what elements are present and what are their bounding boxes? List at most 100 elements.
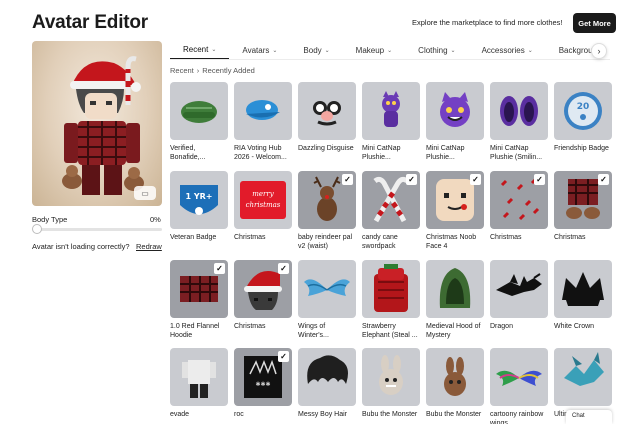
item-thumbnail[interactable] — [362, 260, 420, 318]
item-name[interactable]: RIA Voting Hub 2026 - Welcom... — [234, 144, 294, 162]
item-card[interactable]: ✓ Christmas — [234, 260, 294, 331]
item-thumbnail[interactable] — [234, 82, 292, 140]
item-card[interactable]: 20 Friendship Badge — [554, 82, 614, 153]
body-type-slider-track[interactable] — [36, 228, 162, 231]
item-thumbnail[interactable] — [554, 260, 612, 318]
item-thumbnail[interactable] — [426, 348, 484, 406]
item-thumbnail[interactable] — [490, 348, 548, 406]
item-name[interactable]: Christmas — [490, 233, 550, 242]
item-name[interactable]: roc — [234, 410, 294, 419]
item-card[interactable]: ✓ Christmas Noob Face 4 — [426, 171, 486, 251]
chevron-right-icon[interactable]: › — [591, 43, 607, 59]
tab-avatars[interactable]: Avatars ⌄ — [229, 42, 290, 59]
item-card[interactable]: ✓ Christmas — [554, 171, 614, 242]
item-name[interactable]: evade — [170, 410, 230, 419]
item-card[interactable]: Medieval Hood of Mystery — [426, 260, 486, 340]
item-name[interactable]: Medieval Hood of Mystery — [426, 322, 486, 340]
item-thumbnail[interactable] — [426, 260, 484, 318]
item-name[interactable]: Mini CatNap Plushie... — [362, 144, 422, 162]
item-thumbnail[interactable]: merry christmas — [234, 171, 292, 229]
item-thumbnail[interactable] — [554, 348, 612, 406]
item-card[interactable]: cartoony rainbow wings — [490, 348, 550, 424]
get-more-button[interactable]: Get More — [573, 13, 616, 33]
item-name[interactable]: Mini CatNap Plushie... — [426, 144, 486, 162]
item-card[interactable]: Mini CatNap Plushie... — [426, 82, 486, 162]
item-thumbnail[interactable] — [362, 348, 420, 406]
item-card[interactable]: ✓ Christmas — [490, 171, 550, 242]
item-card[interactable]: Dazzling Disguise — [298, 82, 358, 153]
item-thumbnail[interactable] — [170, 82, 228, 140]
item-thumbnail[interactable] — [298, 82, 356, 140]
item-name[interactable]: baby reindeer pal v2 (waist) — [298, 233, 358, 251]
item-thumbnail[interactable]: ✓ — [170, 260, 228, 318]
item-thumbnail[interactable] — [170, 348, 228, 406]
item-card[interactable]: Messy Boy Hair — [298, 348, 358, 419]
item-thumbnail[interactable]: ✓ — [362, 171, 420, 229]
item-card[interactable]: Mini CatNap Plushie... — [362, 82, 422, 162]
item-thumbnail[interactable] — [298, 348, 356, 406]
item-card[interactable]: Strawberry Elephant (Steal ... — [362, 260, 422, 340]
item-name[interactable]: Wings of Winter's... — [298, 322, 358, 340]
tab-clothing[interactable]: Clothing ⌄ — [405, 42, 468, 59]
item-name[interactable]: Christmas Noob Face 4 — [426, 233, 486, 251]
item-name[interactable]: Christmas — [554, 233, 614, 242]
item-card[interactable]: Bubu the Monster — [362, 348, 422, 419]
item-card[interactable]: ✱✱✱ ✓ roc — [234, 348, 294, 419]
item-thumbnail[interactable] — [426, 82, 484, 140]
item-card[interactable]: Verified, Bonafide,... — [170, 82, 230, 162]
item-name[interactable]: Mini CatNap Plushie (Smilin... — [490, 144, 550, 162]
3d-toggle-icon[interactable]: ▭ — [134, 186, 156, 200]
item-thumbnail[interactable] — [298, 260, 356, 318]
item-card[interactable]: ✓ candy cane swordpack — [362, 171, 422, 251]
item-name[interactable]: 1.0 Red Flannel Hoodie — [170, 322, 230, 340]
item-card[interactable]: White Crown — [554, 260, 614, 331]
tab-makeup[interactable]: Makeup ⌄ — [343, 42, 406, 59]
item-name[interactable]: White Crown — [554, 322, 614, 331]
item-card[interactable]: Mini CatNap Plushie (Smilin... — [490, 82, 550, 162]
item-thumbnail[interactable]: ✱✱✱ ✓ — [234, 348, 292, 406]
item-name[interactable]: Dragon — [490, 322, 550, 331]
item-card[interactable]: merry christmas Christmas — [234, 171, 294, 242]
item-name[interactable]: Dazzling Disguise — [298, 144, 358, 153]
breadcrumb-root[interactable]: Recent — [170, 66, 194, 75]
item-card[interactable]: Wings of Winter's... — [298, 260, 358, 340]
item-thumbnail[interactable] — [490, 260, 548, 318]
tab-body[interactable]: Body ⌄ — [290, 42, 342, 59]
item-name[interactable]: Messy Boy Hair — [298, 410, 358, 419]
item-name[interactable]: Bubu the Monster — [362, 410, 422, 419]
item-card[interactable]: Dragon — [490, 260, 550, 331]
chevron-down-icon: ⌄ — [450, 48, 456, 54]
item-thumbnail[interactable]: ✓ — [234, 260, 292, 318]
item-thumbnail[interactable] — [490, 82, 548, 140]
item-card[interactable]: evade — [170, 348, 230, 419]
item-thumbnail[interactable] — [362, 82, 420, 140]
item-name[interactable]: Veteran Badge — [170, 233, 230, 242]
marketplace-promo-text: Explore the marketplace to find more clo… — [412, 18, 563, 27]
tab-accessories[interactable]: Accessories ⌄ — [469, 42, 546, 59]
item-thumbnail[interactable]: ✓ — [426, 171, 484, 229]
item-card[interactable]: ✓ baby reindeer pal v2 (waist) — [298, 171, 358, 251]
body-type-slider-thumb[interactable] — [32, 224, 42, 234]
tab-recent[interactable]: Recent ⌄ — [170, 42, 230, 59]
item-card[interactable]: RIA Voting Hub 2026 - Welcom... — [234, 82, 294, 162]
item-thumbnail[interactable]: 1 YR+ — [170, 171, 228, 229]
item-name[interactable]: Bubu the Monster — [426, 410, 486, 419]
item-thumbnail[interactable]: 20 — [554, 82, 612, 140]
item-card[interactable]: ✓ 1.0 Red Flannel Hoodie — [170, 260, 230, 340]
item-name[interactable]: candy cane swordpack — [362, 233, 422, 251]
item-name[interactable]: Christmas — [234, 233, 294, 242]
item-name[interactable]: Christmas — [234, 322, 294, 331]
avatar-preview[interactable]: ▭ — [32, 41, 162, 206]
chat-button[interactable]: Chat — [566, 410, 612, 424]
item-card[interactable]: Bubu the Monster — [426, 348, 486, 419]
item-thumbnail[interactable]: ✓ — [490, 171, 548, 229]
item-thumbnail[interactable]: ✓ — [554, 171, 612, 229]
item-name[interactable]: Friendship Badge — [554, 144, 614, 153]
item-card[interactable]: 1 YR+ Veteran Badge — [170, 171, 230, 242]
item-name[interactable]: Strawberry Elephant (Steal ... — [362, 322, 422, 340]
redraw-link[interactable]: Redraw — [136, 242, 162, 251]
item-name[interactable]: Verified, Bonafide,... — [170, 144, 230, 162]
item-card[interactable]: Ultim Fox — [554, 348, 614, 419]
item-thumbnail[interactable]: ✓ — [298, 171, 356, 229]
item-name[interactable]: cartoony rainbow wings — [490, 410, 550, 424]
